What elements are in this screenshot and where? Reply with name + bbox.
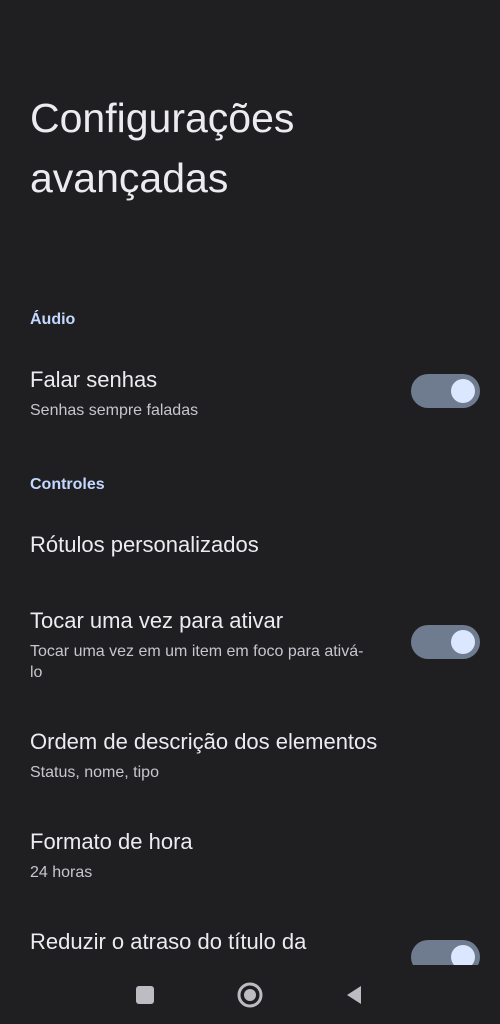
setting-speak-passwords[interactable]: Falar senhas Senhas sempre faladas xyxy=(0,355,500,435)
setting-title: Reduzir o atraso do título da xyxy=(30,929,307,954)
setting-subtitle: Tocar uma vez em um item em foco para at… xyxy=(30,643,364,681)
setting-title: Rótulos personalizados xyxy=(30,532,259,557)
setting-single-tap[interactable]: Tocar uma vez para ativar Tocar uma vez … xyxy=(0,595,500,695)
section-header-audio: Áudio xyxy=(30,311,76,328)
setting-reduce-delay[interactable]: Reduzir o atraso do título da xyxy=(0,915,500,965)
page-title: Configurações avançadas xyxy=(30,95,295,201)
section-header-controls: Controles xyxy=(30,476,105,493)
toggle-knob xyxy=(451,379,475,403)
setting-subtitle: Senhas sempre faladas xyxy=(30,402,199,419)
setting-title: Formato de hora xyxy=(30,829,193,854)
setting-title: Tocar uma vez para ativar xyxy=(30,608,284,633)
back-triangle-icon[interactable] xyxy=(340,981,368,1009)
toggle-knob xyxy=(451,630,475,654)
setting-description-order[interactable]: Ordem de descrição dos elementos Status,… xyxy=(0,715,500,795)
setting-subtitle: 24 horas xyxy=(30,864,93,881)
reduce-delay-toggle[interactable] xyxy=(411,940,480,965)
system-navigation-bar xyxy=(0,965,500,1024)
setting-title: Ordem de descrição dos elementos xyxy=(30,729,378,754)
setting-custom-labels[interactable]: Rótulos personalizados xyxy=(0,515,500,575)
setting-title: Falar senhas xyxy=(30,367,158,392)
setting-time-format[interactable]: Formato de hora 24 horas xyxy=(0,815,500,895)
settings-content: Configurações avançadas Áudio Falar senh… xyxy=(0,0,500,965)
toggle-knob xyxy=(451,945,475,965)
speak-passwords-toggle[interactable] xyxy=(411,374,480,408)
single-tap-toggle[interactable] xyxy=(411,625,480,659)
square-icon[interactable] xyxy=(131,981,159,1009)
home-circle-icon[interactable] xyxy=(236,981,264,1009)
setting-subtitle: Status, nome, tipo xyxy=(30,764,159,781)
